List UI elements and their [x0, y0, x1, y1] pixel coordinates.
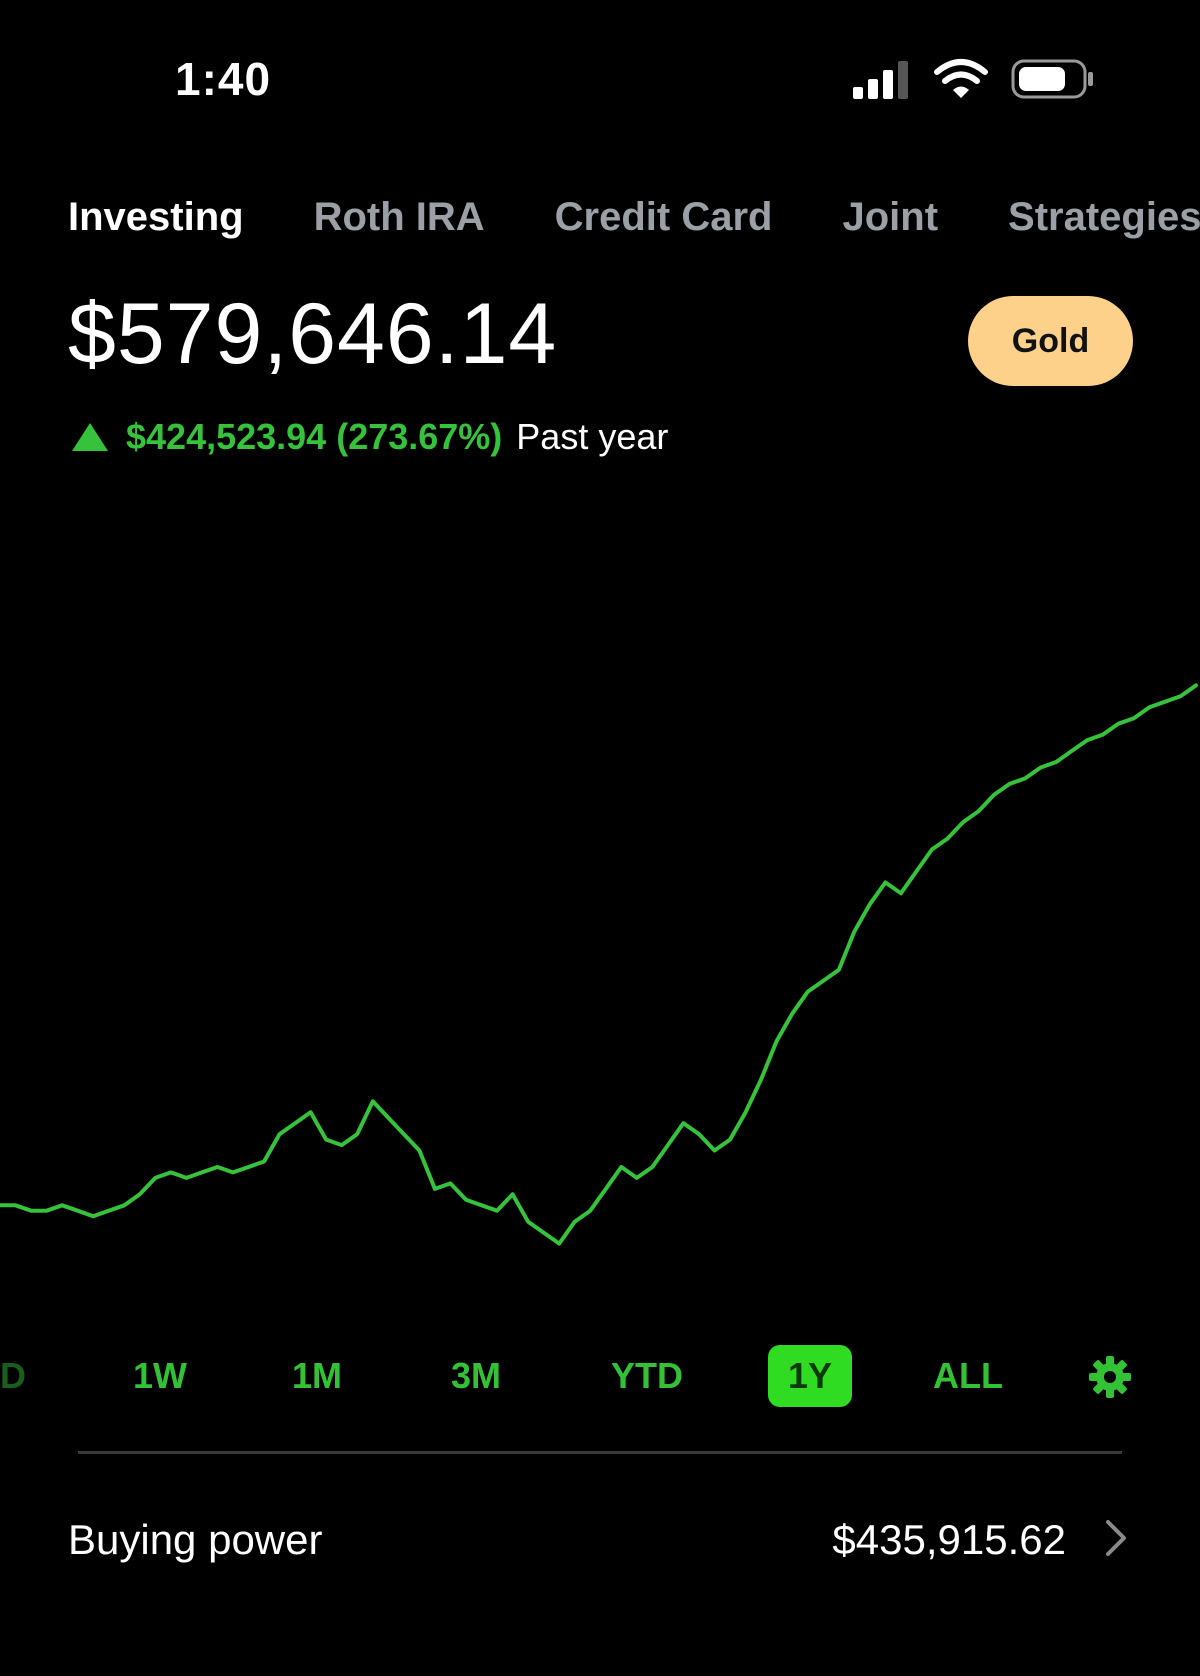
divider	[78, 1451, 1122, 1454]
change-value: $424,523.94 (273.67%)	[126, 416, 503, 457]
tab-credit-card[interactable]: Credit Card	[555, 195, 773, 240]
performance-chart[interactable]	[0, 600, 1200, 1320]
cellular-signal-icon	[853, 61, 908, 99]
tab-investing[interactable]: Investing	[68, 195, 244, 240]
range-1m[interactable]: 1M	[277, 1345, 357, 1407]
range-1y[interactable]: 1Y	[768, 1345, 852, 1407]
change-period: Past year	[516, 416, 669, 457]
account-tabs: Investing Roth IRA Credit Card Joint Str…	[68, 195, 1200, 240]
range-all[interactable]: ALL	[925, 1345, 1011, 1407]
up-arrow-icon	[72, 423, 108, 451]
battery-icon	[1011, 59, 1093, 99]
range-selector: D 1W 1M 3M YTD 1Y ALL	[0, 1345, 1200, 1411]
range-ytd[interactable]: YTD	[602, 1345, 692, 1407]
gear-icon[interactable]	[1088, 1355, 1132, 1399]
portfolio-change: $424,523.94 (273.67%) Past year	[72, 416, 668, 458]
status-bar: 1:40	[0, 0, 1200, 160]
chart-line	[0, 683, 1198, 1246]
tab-joint[interactable]: Joint	[842, 195, 938, 240]
status-icons	[851, 58, 1095, 100]
buying-power-row[interactable]: Buying power $435,915.62	[68, 1510, 1128, 1570]
range-3m[interactable]: 3M	[436, 1345, 516, 1407]
gold-button[interactable]: Gold	[968, 296, 1133, 386]
status-time: 1:40	[175, 53, 272, 105]
range-partial[interactable]: D	[0, 1345, 28, 1407]
wifi-icon	[934, 59, 988, 98]
tab-roth-ira[interactable]: Roth IRA	[314, 195, 485, 240]
portfolio-value: $579,646.14	[68, 286, 558, 382]
buying-power-label: Buying power	[68, 1516, 323, 1563]
range-1w[interactable]: 1W	[120, 1345, 200, 1407]
buying-power-value: $435,915.62	[832, 1516, 1066, 1563]
tab-strategies[interactable]: Strategies	[1008, 195, 1200, 240]
chevron-right-icon	[1106, 1520, 1126, 1556]
